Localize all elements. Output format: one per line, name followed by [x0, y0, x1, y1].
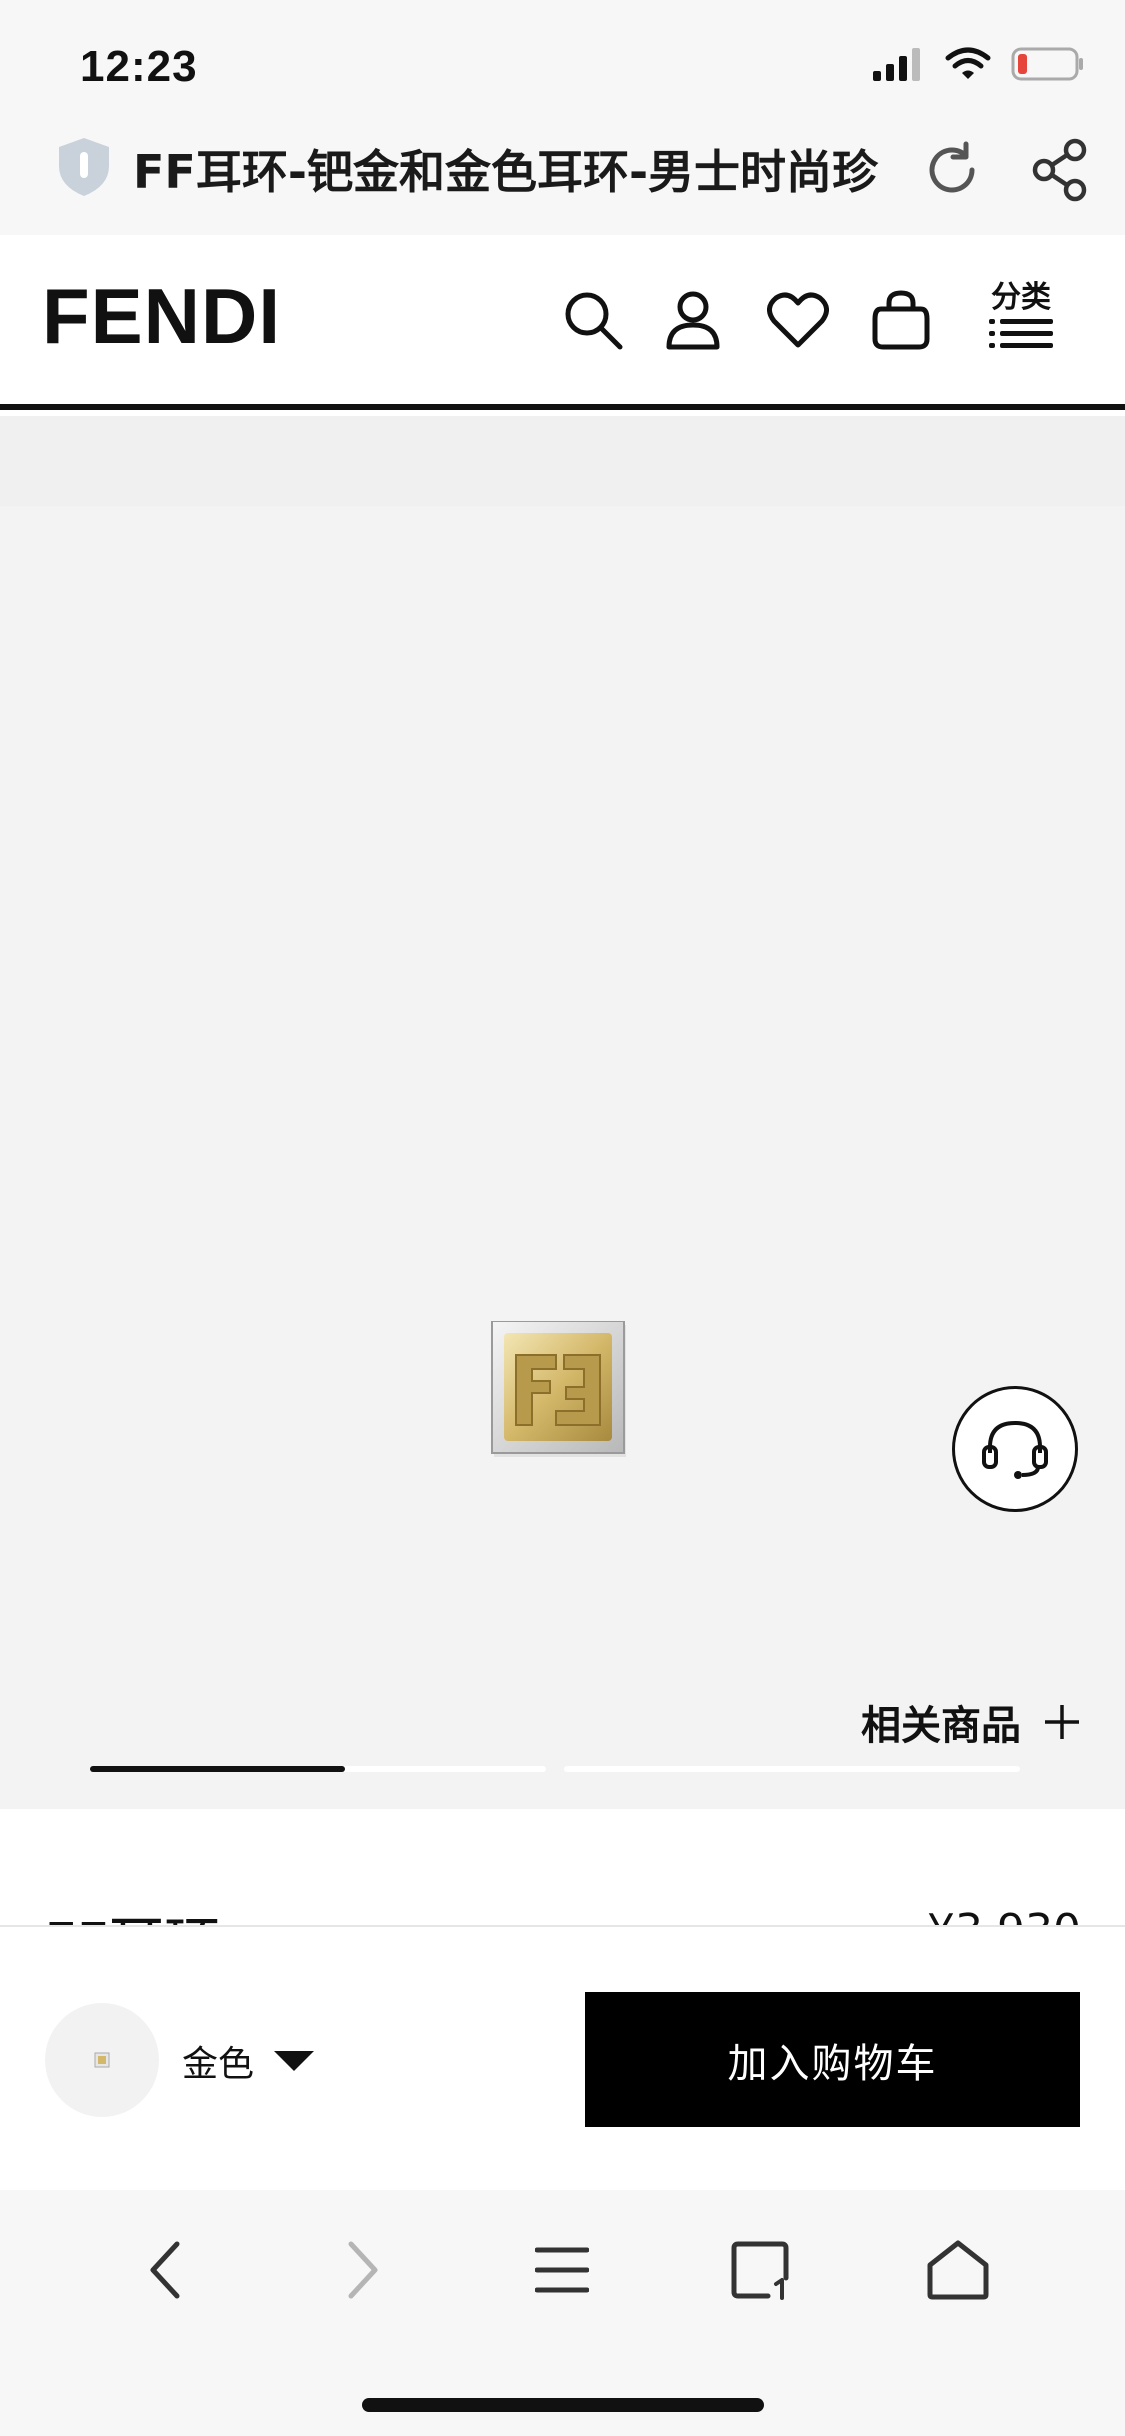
reload-icon[interactable] [922, 140, 982, 204]
forward-icon[interactable] [323, 2230, 403, 2310]
brand-logo[interactable]: FENDI [42, 271, 281, 362]
selected-color: 金色 [182, 2044, 255, 2085]
home-icon[interactable] [918, 2230, 998, 2310]
swatch-thumbnail-image [94, 2052, 110, 2068]
product-gallery[interactable]: 相关商品 [0, 416, 1125, 1809]
status-icons [873, 46, 1085, 82]
status-time: 12:23 [80, 42, 198, 91]
wifi-icon [945, 47, 991, 79]
account-icon[interactable] [658, 285, 728, 355]
product-name: FF耳环 [44, 1899, 220, 1925]
back-icon[interactable] [125, 2230, 205, 2310]
product-price: ¥3,930 [927, 1905, 1081, 1925]
pager-segment-1[interactable] [90, 1766, 546, 1772]
menu-icon[interactable] [522, 2230, 602, 2310]
color-selector[interactable]: 金色 [182, 2035, 315, 2087]
battery-low-icon [1011, 47, 1083, 81]
color-swatch[interactable] [45, 2003, 159, 2117]
plus-icon [1045, 1705, 1079, 1739]
home-indicator[interactable] [362, 2398, 764, 2412]
product-image[interactable] [490, 1320, 630, 1461]
related-products-label: 相关商品 [861, 1703, 1021, 1749]
ff-earring-image [491, 1320, 626, 1457]
site-header: FENDI 分类 [0, 235, 1125, 410]
page-title[interactable]: FF耳环-钯金和金色耳环-男士时尚珍 [133, 140, 903, 204]
caret-down-icon [274, 2051, 315, 2071]
gallery-top-band [0, 416, 1125, 506]
customer-service-headset-icon [982, 1420, 1048, 1479]
customer-service-button[interactable] [952, 1386, 1078, 1512]
pager-segment-2[interactable] [564, 1766, 1020, 1772]
tabs-icon[interactable] [720, 2230, 800, 2310]
browser-address-bar: FF耳环-钯金和金色耳环-男士时尚珍 [0, 110, 1125, 235]
category-menu-button[interactable]: 分类 [985, 283, 1057, 349]
pager-progress [90, 1766, 346, 1772]
shopping-bag-icon[interactable] [866, 285, 936, 355]
share-icon[interactable] [1030, 138, 1090, 206]
product-info: FF耳环 ¥3,930 [0, 1809, 1125, 1925]
cellular-signal-icon [873, 48, 920, 81]
wishlist-heart-icon[interactable] [763, 285, 833, 355]
category-menu-label: 分类 [991, 280, 1051, 315]
search-icon[interactable] [558, 285, 628, 355]
add-to-cart-button[interactable]: 加入购物车 [585, 1992, 1080, 2127]
shield-icon[interactable] [55, 136, 113, 202]
related-products-toggle[interactable]: 相关商品 [861, 1693, 1081, 1751]
category-menu-icon [989, 319, 1053, 348]
gallery-pager [90, 1766, 1020, 1772]
purchase-bar: 金色 加入购物车 [0, 1925, 1125, 2190]
